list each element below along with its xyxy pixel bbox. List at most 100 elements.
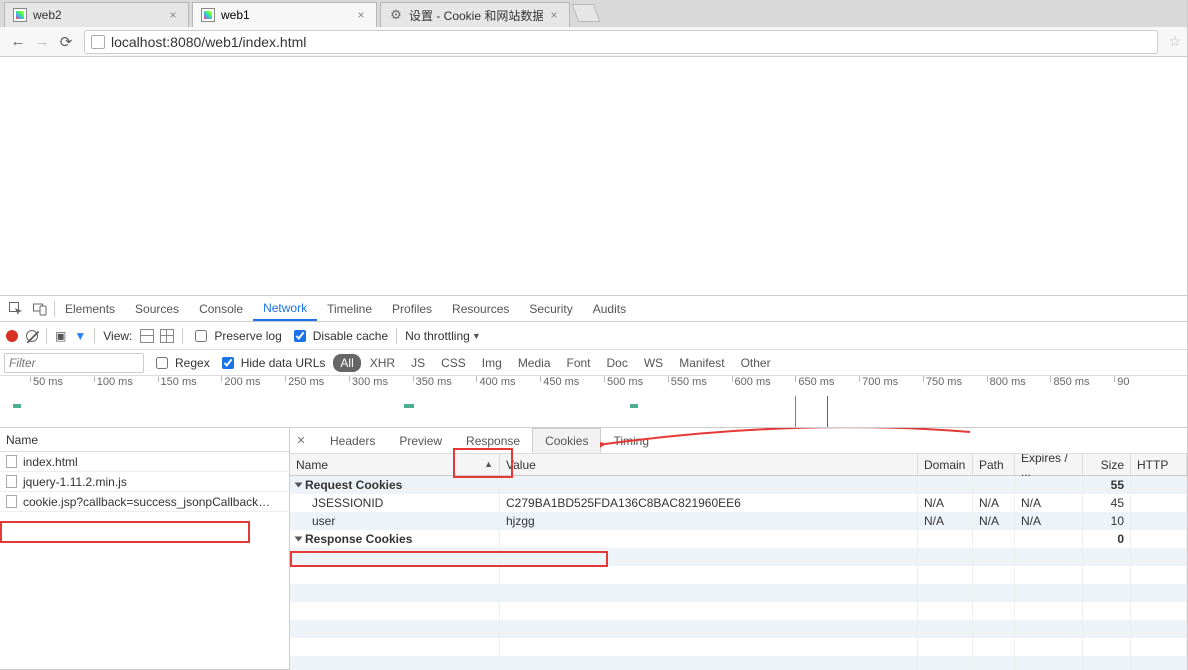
empty-cell <box>1015 620 1083 638</box>
filter-pill-all[interactable]: All <box>333 354 360 372</box>
filter-input[interactable] <box>4 353 144 373</box>
request-row[interactable]: cookie.jsp?callback=success_jsonpCallbac… <box>0 492 289 512</box>
details-tab-preview[interactable]: Preview <box>387 428 454 453</box>
regex-checkbox[interactable]: Regex <box>152 354 210 372</box>
timeline-tick: 400 ms <box>476 376 515 382</box>
col-name-label: Name <box>296 458 328 472</box>
back-button[interactable]: ← <box>6 30 30 54</box>
request-row[interactable]: jquery-1.11.2.min.js <box>0 472 289 492</box>
reload-button[interactable]: ⟳ <box>54 30 78 54</box>
close-details-icon[interactable]: ✕ <box>294 434 308 448</box>
timeline-tick: 800 ms <box>987 376 1026 382</box>
details-tab-timing[interactable]: Timing <box>601 428 661 453</box>
col-http[interactable]: HTTP <box>1131 454 1187 475</box>
bookmark-star-icon[interactable]: ☆ <box>1168 33 1181 50</box>
col-domain[interactable]: Domain <box>918 454 973 475</box>
cookie-size-cell: 55 <box>1083 476 1131 494</box>
preserve-log-label: Preserve log <box>214 329 281 343</box>
col-value[interactable]: Value <box>500 454 918 475</box>
screenshot-icon[interactable]: ▣ <box>55 329 66 343</box>
inspect-element-icon[interactable] <box>6 299 26 319</box>
cookie-row[interactable]: userhjzggN/AN/AN/A10 <box>290 512 1187 530</box>
disclosure-triangle-icon[interactable] <box>295 483 303 488</box>
record-button[interactable] <box>6 330 18 342</box>
favicon-icon <box>201 8 215 22</box>
view-large-icon[interactable] <box>140 329 154 343</box>
separator <box>396 328 397 344</box>
close-icon[interactable]: × <box>356 10 366 20</box>
devtools-tab-console[interactable]: Console <box>189 296 253 321</box>
devtools-tab-security[interactable]: Security <box>519 296 582 321</box>
throttling-select[interactable]: No throttling ▼ <box>405 329 481 343</box>
devtools-tab-network[interactable]: Network <box>253 296 317 321</box>
empty-cell <box>1083 584 1131 602</box>
cookie-exp-cell <box>1015 530 1083 548</box>
browser-tab-2[interactable]: ⚙ 设置 - Cookie 和网站数据 × <box>380 2 570 27</box>
filter-pill-img[interactable]: Img <box>475 354 509 372</box>
preserve-log-input[interactable] <box>195 330 207 342</box>
empty-cell <box>973 566 1015 584</box>
clear-button[interactable] <box>26 330 38 342</box>
empty-cell <box>973 584 1015 602</box>
empty-cell <box>918 602 973 620</box>
cookie-path-cell <box>973 476 1015 494</box>
devtools-tab-timeline[interactable]: Timeline <box>317 296 382 321</box>
close-icon[interactable]: × <box>168 10 178 20</box>
filter-pill-ws[interactable]: WS <box>637 354 670 372</box>
filter-pill-js[interactable]: JS <box>404 354 432 372</box>
col-expires[interactable]: Expires / ... <box>1015 454 1083 475</box>
name-column-header: Name <box>6 433 38 447</box>
filter-pill-other[interactable]: Other <box>734 354 778 372</box>
site-info-icon[interactable] <box>91 35 105 49</box>
disable-cache-input[interactable] <box>294 330 306 342</box>
cookie-row[interactable]: JSESSIONIDC279BA1BD525FDA136C8BAC821960E… <box>290 494 1187 512</box>
filter-pill-font[interactable]: Font <box>560 354 598 372</box>
url-host: localhost <box>111 34 166 50</box>
filter-pill-doc[interactable]: Doc <box>600 354 635 372</box>
empty-cell <box>1131 638 1187 656</box>
disclosure-triangle-icon[interactable] <box>295 537 303 542</box>
browser-tab-0[interactable]: web2 × <box>4 2 189 27</box>
filter-pill-media[interactable]: Media <box>511 354 558 372</box>
throttling-value: No throttling <box>405 329 470 343</box>
regex-input[interactable] <box>156 357 168 369</box>
hide-data-input[interactable] <box>222 357 234 369</box>
cookies-table-head: Name▲ Value Domain Path Expires / ... Si… <box>290 454 1187 476</box>
col-name[interactable]: Name▲ <box>290 454 500 475</box>
cookie-domain-cell <box>918 530 973 548</box>
details-tab-cookies[interactable]: Cookies <box>532 428 601 453</box>
cookie-section-row[interactable]: Response Cookies0 <box>290 530 1187 548</box>
hide-data-checkbox[interactable]: Hide data URLs <box>218 354 326 372</box>
devtools-tab-sources[interactable]: Sources <box>125 296 189 321</box>
forward-button[interactable]: → <box>30 30 54 54</box>
request-list-header[interactable]: Name <box>0 428 289 452</box>
request-row[interactable]: index.html <box>0 452 289 472</box>
address-bar[interactable]: localhost:8080/web1/index.html <box>84 30 1158 54</box>
section-label: Request Cookies <box>305 478 402 492</box>
filter-pill-css[interactable]: CSS <box>434 354 473 372</box>
col-size[interactable]: Size <box>1083 454 1131 475</box>
toggle-device-icon[interactable] <box>30 299 50 319</box>
filter-toggle-icon[interactable]: ▼ <box>74 329 86 343</box>
filter-pill-manifest[interactable]: Manifest <box>672 354 731 372</box>
new-tab-button[interactable] <box>572 4 601 22</box>
empty-row <box>290 602 1187 620</box>
empty-cell <box>1131 620 1187 638</box>
details-tab-response[interactable]: Response <box>454 428 532 453</box>
close-icon[interactable]: × <box>549 10 559 20</box>
cookie-size-cell: 45 <box>1083 494 1131 512</box>
filter-pill-xhr[interactable]: XHR <box>363 354 402 372</box>
devtools-tab-audits[interactable]: Audits <box>583 296 636 321</box>
devtools-tab-resources[interactable]: Resources <box>442 296 519 321</box>
cookie-section-row[interactable]: Request Cookies 55 <box>290 476 1187 494</box>
col-path[interactable]: Path <box>973 454 1015 475</box>
disable-cache-checkbox[interactable]: Disable cache <box>290 327 388 345</box>
devtools-tab-profiles[interactable]: Profiles <box>382 296 442 321</box>
devtools-tab-elements[interactable]: Elements <box>55 296 125 321</box>
browser-tab-1[interactable]: web1 × <box>192 2 377 27</box>
view-small-icon[interactable] <box>160 329 174 343</box>
details-tab-headers[interactable]: Headers <box>318 428 387 453</box>
network-timeline[interactable]: 50 ms100 ms150 ms200 ms250 ms300 ms350 m… <box>0 376 1187 428</box>
tab-title: web1 <box>221 8 350 22</box>
preserve-log-checkbox[interactable]: Preserve log <box>191 327 281 345</box>
